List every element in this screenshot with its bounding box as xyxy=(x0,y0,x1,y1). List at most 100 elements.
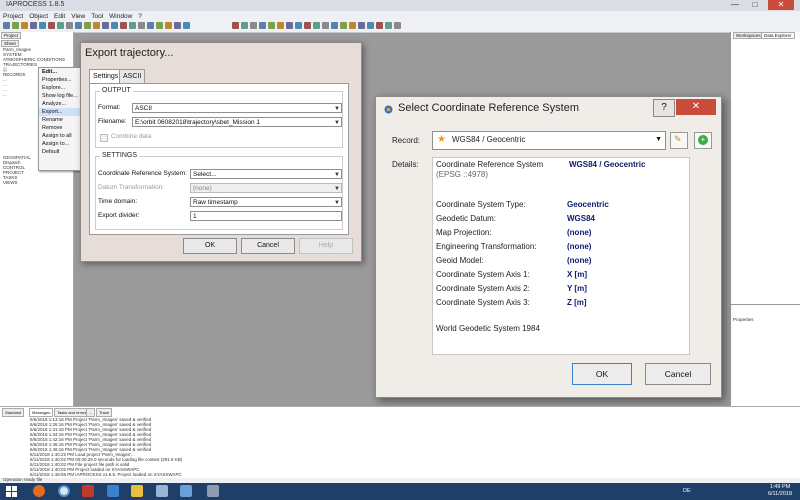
toolbar-icon[interactable] xyxy=(39,22,46,29)
chrome-icon[interactable] xyxy=(58,485,70,497)
toolbar-icon[interactable] xyxy=(259,22,266,29)
toolbar-icon[interactable] xyxy=(21,22,28,29)
app-icon[interactable] xyxy=(82,485,94,497)
toolbar-icon[interactable] xyxy=(376,22,383,29)
edit-record-button[interactable]: ✎ xyxy=(670,132,688,149)
toolbar-icon[interactable] xyxy=(250,22,257,29)
toolbar-icon[interactable] xyxy=(57,22,64,29)
crs-row-value: (none) xyxy=(567,228,592,237)
export-help-button[interactable]: Help xyxy=(299,238,353,254)
export-ok-button[interactable]: OK xyxy=(183,238,237,254)
toolbar-icon[interactable] xyxy=(174,22,181,29)
tab-sheet[interactable]: Sheet xyxy=(1,40,19,47)
toolbar-icon[interactable] xyxy=(304,22,311,29)
time-domain-select[interactable]: Raw timestamp ▼ xyxy=(190,197,342,207)
export-divider-field[interactable]: 1 xyxy=(190,211,342,221)
datum-value: (none) xyxy=(193,185,212,192)
export-cancel-button[interactable]: Cancel xyxy=(241,238,295,254)
toolbar-icon[interactable] xyxy=(385,22,392,29)
toolbar-icon[interactable] xyxy=(165,22,172,29)
context-menu-item-properties[interactable]: Properties... xyxy=(39,76,83,84)
tab-standard[interactable]: Standard xyxy=(2,408,25,417)
toolbar-icon[interactable] xyxy=(3,22,10,29)
tree-item[interactable]: ... xyxy=(3,92,7,97)
toolbar-icon[interactable] xyxy=(286,22,293,29)
tab-data-explorer[interactable]: Data Explorer xyxy=(761,32,795,39)
toolbar-icon[interactable] xyxy=(277,22,284,29)
help-button[interactable]: ? xyxy=(653,99,675,117)
context-menu-item-analyze[interactable]: Analyze... xyxy=(39,100,83,108)
toolbar-icon[interactable] xyxy=(232,22,239,29)
crs-value: Select... xyxy=(193,171,217,178)
context-menu-item-show-log[interactable]: Show log file... xyxy=(39,92,83,100)
toolbar-icon[interactable] xyxy=(102,22,109,29)
combine-data-checkbox[interactable] xyxy=(100,134,108,142)
filename-field[interactable]: E:\orbit 06082018\trajectory\sbet_Missio… xyxy=(132,117,342,127)
toolbar-icon[interactable] xyxy=(147,22,154,29)
language-indicator[interactable]: DE xyxy=(683,488,691,494)
app-icon[interactable] xyxy=(156,485,168,497)
tab-messages[interactable]: Messages xyxy=(29,408,54,417)
app-icon[interactable] xyxy=(207,485,219,497)
toolbar-icon[interactable] xyxy=(322,22,329,29)
context-menu-item-remove[interactable]: Remove xyxy=(39,124,83,132)
tab-ascii[interactable]: ASCII xyxy=(119,69,145,83)
crs-ok-button[interactable]: OK xyxy=(572,363,632,385)
toolbar-icon[interactable] xyxy=(367,22,374,29)
context-menu-item-default[interactable]: Default xyxy=(39,148,83,156)
tab-tasks-errors[interactable]: Tasks and errors xyxy=(54,408,90,417)
context-menu-item-assign-to[interactable]: Assign to... xyxy=(39,140,83,148)
toolbar-icon[interactable] xyxy=(138,22,145,29)
tab-settings[interactable]: Settings xyxy=(89,69,123,83)
crs-select[interactable]: Select... ▼ xyxy=(190,169,342,179)
toolbar-icon[interactable] xyxy=(48,22,55,29)
tab-other[interactable]: ... xyxy=(86,408,96,417)
toolbar-icon[interactable] xyxy=(349,22,356,29)
add-record-button[interactable]: + xyxy=(694,132,712,149)
app-icon[interactable] xyxy=(107,485,119,497)
tab-trace[interactable]: Trace xyxy=(96,408,113,417)
toolbar-icon[interactable] xyxy=(241,22,248,29)
tab-project[interactable]: Project xyxy=(1,32,22,39)
firefox-icon[interactable] xyxy=(33,485,45,497)
dialog-title: Select Coordinate Reference System xyxy=(398,102,579,114)
context-menu-item-explore[interactable]: Explore... xyxy=(39,84,83,92)
record-select[interactable]: ★ WGS84 / Geocentric ▼ xyxy=(432,131,666,150)
toolbar-icon[interactable] xyxy=(75,22,82,29)
toolbar-icon[interactable] xyxy=(93,22,100,29)
tray-clock[interactable]: 1:49 PM 6/11/2018 xyxy=(768,484,792,498)
toolbar-icon[interactable] xyxy=(84,22,91,29)
toolbar-icon[interactable] xyxy=(394,22,401,29)
toolbar-icon[interactable] xyxy=(111,22,118,29)
toolbar-icon[interactable] xyxy=(30,22,37,29)
minimize-button[interactable]: — xyxy=(726,0,744,10)
context-menu-item-rename[interactable]: Rename xyxy=(39,116,83,124)
tree-item[interactable]: VIEWS xyxy=(3,180,18,185)
close-button[interactable]: ✕ xyxy=(676,99,716,115)
toolbar-icon[interactable] xyxy=(331,22,338,29)
toolbar-icon[interactable] xyxy=(12,22,19,29)
toolbar-icon[interactable] xyxy=(156,22,163,29)
toolbar-icon[interactable] xyxy=(120,22,127,29)
toolbar-icon[interactable] xyxy=(358,22,365,29)
toolbar-icon[interactable] xyxy=(313,22,320,29)
toolbar-icon[interactable] xyxy=(129,22,136,29)
toolbar-icon[interactable] xyxy=(340,22,347,29)
close-button[interactable]: ✕ xyxy=(768,0,794,10)
datum-select[interactable]: (none) ▼ xyxy=(190,183,342,193)
folder-icon[interactable] xyxy=(131,485,143,497)
format-select[interactable]: ASCII ▼ xyxy=(132,103,342,113)
toolbar-icon[interactable] xyxy=(66,22,73,29)
context-menu-item-assign-all[interactable]: Assign to all xyxy=(39,132,83,140)
context-menu-item-export[interactable]: Export... xyxy=(39,108,83,116)
tree-item[interactable]: TRAJECTORIES xyxy=(3,62,37,67)
windows-start-icon[interactable] xyxy=(6,486,17,497)
toolbar-icon[interactable] xyxy=(268,22,275,29)
tab-workspaces[interactable]: Workspaces xyxy=(733,32,764,39)
toolbar-icon[interactable] xyxy=(183,22,190,29)
crs-cancel-button[interactable]: Cancel xyxy=(645,363,711,385)
toolbar-icon[interactable] xyxy=(295,22,302,29)
app-icon[interactable] xyxy=(180,485,192,497)
maximize-button[interactable]: □ xyxy=(746,0,764,10)
context-menu-item-edit[interactable]: Edit... xyxy=(39,68,83,76)
